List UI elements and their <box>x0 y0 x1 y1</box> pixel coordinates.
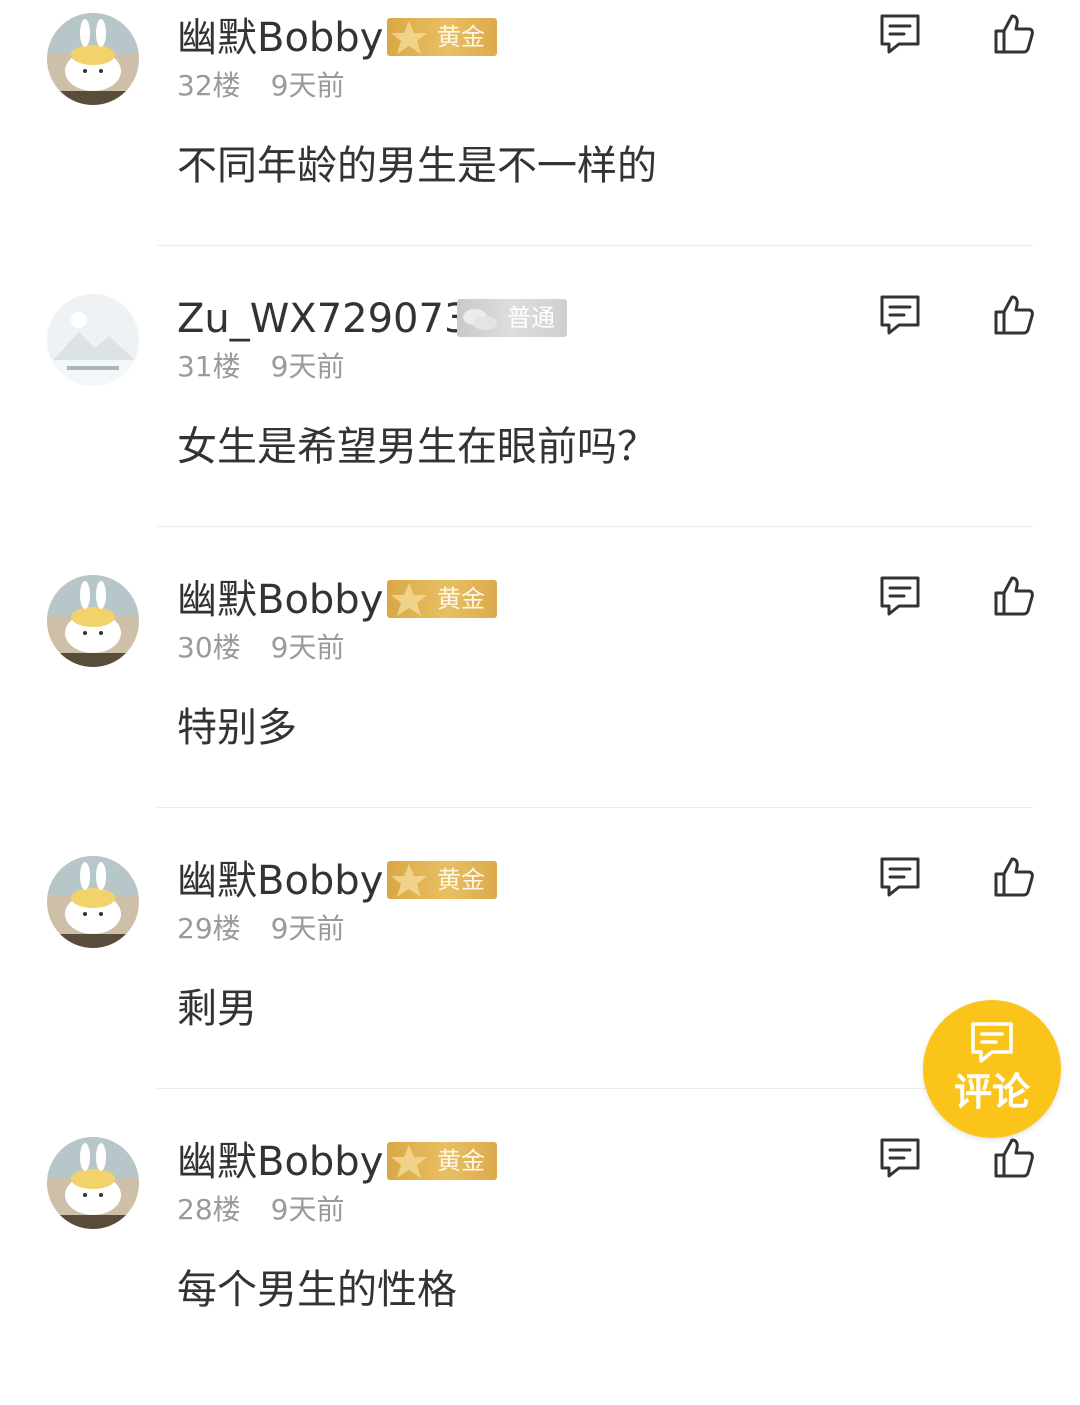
cloud-icon <box>463 309 497 330</box>
bunny-avatar-icon <box>47 13 139 105</box>
timestamp: 9天前 <box>270 631 345 664</box>
username[interactable]: 幽默Bobby <box>177 574 383 626</box>
comment-item: 幽默Bobby 黄金 30楼 9天前 特别多 <box>0 562 1080 843</box>
comment-item: 幽默Bobby 黄金 32楼 9天前 不同年龄的男生是不一样的 <box>0 0 1080 281</box>
username[interactable]: 幽默Bobby <box>177 1136 383 1188</box>
fab-label: 评论 <box>953 1070 1030 1114</box>
badge-label: 黄金 <box>437 585 485 613</box>
level-badge: 普通 <box>457 299 567 337</box>
comment-meta: 32楼 9天前 <box>177 68 344 104</box>
comment-item: Zu_WX729073 普通 31楼 9天前 女生是希望男生在眼前吗？ <box>0 281 1080 562</box>
star-icon <box>391 864 427 897</box>
comment-meta: 29楼 9天前 <box>177 911 344 947</box>
floor-number: 29楼 <box>177 912 241 945</box>
reply-icon[interactable] <box>877 574 923 618</box>
comment-item: 幽默Bobby 黄金 28楼 9天前 每个男生的性格 <box>0 1124 1080 1405</box>
level-badge: 黄金 <box>387 1142 497 1180</box>
star-icon <box>391 21 427 54</box>
comment-text: 剩男 <box>177 986 257 1032</box>
level-badge: 黄金 <box>387 861 497 899</box>
comment-fab-button[interactable]: 评论 <box>923 1000 1061 1138</box>
user-avatar[interactable] <box>47 294 139 386</box>
username[interactable]: 幽默Bobby <box>177 855 383 907</box>
reply-icon[interactable] <box>877 12 923 56</box>
comment-text: 每个男生的性格 <box>177 1267 457 1313</box>
user-avatar[interactable] <box>47 1137 139 1229</box>
comment-text: 女生是希望男生在眼前吗？ <box>177 424 657 470</box>
floor-number: 31楼 <box>177 350 241 383</box>
badge-label: 黄金 <box>437 1147 485 1175</box>
timestamp: 9天前 <box>270 912 345 945</box>
timestamp: 9天前 <box>270 350 345 383</box>
floor-number: 32楼 <box>177 69 241 102</box>
comment-text: 特别多 <box>177 705 297 751</box>
floor-number: 28楼 <box>177 1193 241 1226</box>
bunny-avatar-icon <box>47 1137 139 1229</box>
comment-item: 幽默Bobby 黄金 29楼 9天前 剩男 <box>0 843 1080 1124</box>
reply-icon[interactable] <box>877 855 923 899</box>
default-avatar-icon <box>47 294 139 386</box>
level-badge: 黄金 <box>387 18 497 56</box>
star-icon <box>391 583 427 616</box>
floor-number: 30楼 <box>177 631 241 664</box>
user-avatar[interactable] <box>47 856 139 948</box>
username[interactable]: Zu_WX729073 <box>177 293 469 345</box>
bunny-avatar-icon <box>47 575 139 667</box>
thumbs-up-icon[interactable] <box>992 293 1036 337</box>
thumbs-up-icon[interactable] <box>992 12 1036 56</box>
level-badge: 黄金 <box>387 580 497 618</box>
username[interactable]: 幽默Bobby <box>177 12 383 64</box>
badge-label: 黄金 <box>437 866 485 894</box>
timestamp: 9天前 <box>270 1193 345 1226</box>
star-icon <box>391 1145 427 1178</box>
comment-meta: 30楼 9天前 <box>177 630 344 666</box>
badge-label: 黄金 <box>437 23 485 51</box>
divider <box>157 245 1033 246</box>
comment-meta: 31楼 9天前 <box>177 349 344 385</box>
user-avatar[interactable] <box>47 13 139 105</box>
comment-meta: 28楼 9天前 <box>177 1192 344 1228</box>
user-avatar[interactable] <box>47 575 139 667</box>
divider <box>157 526 1033 527</box>
badge-label: 普通 <box>507 304 555 332</box>
thumbs-up-icon[interactable] <box>992 1136 1036 1180</box>
timestamp: 9天前 <box>270 69 345 102</box>
reply-icon[interactable] <box>877 293 923 337</box>
divider <box>157 1088 1033 1089</box>
divider <box>157 807 1033 808</box>
reply-icon[interactable] <box>877 1136 923 1180</box>
bunny-avatar-icon <box>47 856 139 948</box>
comment-icon <box>971 1022 1013 1063</box>
thumbs-up-icon[interactable] <box>992 855 1036 899</box>
comment-text: 不同年龄的男生是不一样的 <box>177 143 657 189</box>
thumbs-up-icon[interactable] <box>992 574 1036 618</box>
